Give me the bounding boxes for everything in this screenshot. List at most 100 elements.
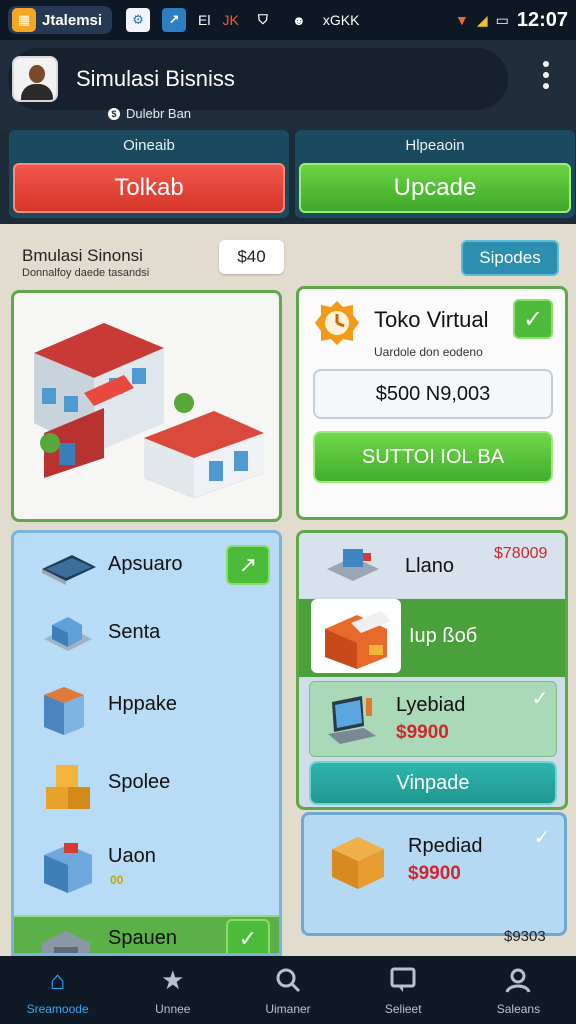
upgrade-label-rpediad: Rpediad <box>408 835 483 857</box>
action-card-right: Hlpeaoin Upcade <box>295 130 575 218</box>
list-item-hppake[interactable]: Hppake <box>14 673 279 743</box>
main-panel: Bmulasi Sinonsi Donnalfoy daede tasandsi… <box>0 224 576 956</box>
nav-item-message[interactable]: Selieet <box>346 956 461 1024</box>
nav-label-search: Uimaner <box>265 1002 311 1016</box>
list-item-apsuaro[interactable]: Apsuaro ↗ <box>14 533 279 603</box>
warehouse-icon <box>42 931 90 953</box>
battery-icon: ▭ <box>495 11 509 28</box>
action-card-left: Oineaib Tolkab <box>9 130 289 218</box>
nav-item-search[interactable]: Uimaner <box>230 956 345 1024</box>
upgrade-card-rpediad[interactable]: Rpediad $9900 ✓ <box>301 812 567 936</box>
shield-icon: ⛉ <box>257 12 268 27</box>
corner-value: $9303 <box>504 928 546 945</box>
emoji-icon: ☻ <box>292 12 306 28</box>
list-label-senta: Senta <box>108 621 161 643</box>
action-caption-right: Hlpeaoin <box>405 137 465 154</box>
nav-label-star: Unnee <box>155 1002 191 1016</box>
app-header: Simulasi Bisniss $ Dulebr Ban <box>0 40 576 130</box>
box-icon <box>332 837 384 889</box>
page-title: Simulasi Bisniss <box>76 66 235 91</box>
toko-price-field: $500 N9,003 <box>313 369 553 419</box>
business-list: Apsuaro ↗ Senta Hppake Spolee Uaon 00 Sp… <box>11 530 282 956</box>
upgrade-item-llano[interactable]: Llano $78009 <box>299 533 565 597</box>
panel-subtitle: Donnalfoy daede tasandsi <box>22 267 150 279</box>
list-label-apsuaro: Apsuaro <box>108 553 183 575</box>
nav-label-message: Selieet <box>384 1002 422 1016</box>
upgrade-item-lyebiad[interactable]: Lyebiad $9900 ✓ <box>309 681 557 757</box>
list-item-uaon[interactable]: Uaon 00 <box>14 829 279 899</box>
status-text-1: El <box>198 12 211 28</box>
building-illustration-card[interactable] <box>11 290 282 522</box>
app-icon: ▦ <box>12 8 36 32</box>
panel-title: Bmulasi Sinonsi <box>22 246 143 265</box>
vinpade-button[interactable]: Vinpade <box>309 761 557 805</box>
status-time: 12:07 <box>516 8 568 31</box>
trend-icon: ↗ <box>238 552 258 577</box>
nav-item-home[interactable]: ⌂ Sreamoode <box>0 956 115 1024</box>
more-menu-icon[interactable] <box>532 58 560 92</box>
laptop-icon <box>328 696 376 744</box>
settings-icon: ⚙ <box>126 8 151 32</box>
action-caption-left: Oineaib <box>123 137 175 154</box>
toko-virtual-card: Toko Virtual ✓ Uardole don eodeno $500 N… <box>296 286 568 520</box>
list-badge-uaon: 00 <box>110 873 124 887</box>
clock-badge-icon <box>315 301 359 345</box>
upgrade-button[interactable]: Upcade <box>299 163 571 213</box>
crates-icon <box>46 765 90 809</box>
status-text-2: JK <box>222 12 239 28</box>
building-icon <box>44 687 84 735</box>
toko-action-button[interactable]: SUTTOI IOL BA <box>313 431 553 483</box>
upgrade-price-lyebiad: $9900 <box>396 722 449 743</box>
toko-check-button[interactable]: ✓ <box>513 299 553 339</box>
store-building-icon <box>34 323 264 498</box>
carrier-text: xGKK <box>322 12 360 28</box>
nav-label-home: Sreamoode <box>26 1002 89 1016</box>
check-icon[interactable]: ✓ <box>528 686 552 710</box>
header-subtitle-text: Dulebr Ban <box>126 106 192 121</box>
bottom-nav: ⌂ Sreamoode ★ Unnee Uimaner Selieet Sale… <box>0 956 576 1024</box>
list-label-hppake: Hppake <box>108 693 177 715</box>
upgrade-label-iup: Iup ßoб <box>409 625 478 647</box>
list-item-senta[interactable]: Senta <box>14 601 279 671</box>
upgrade-label-lyebiad: Lyebiad <box>396 694 466 716</box>
header-subtitle: $ Dulebr Ban <box>108 106 191 121</box>
home-icon: ⌂ <box>49 964 66 995</box>
coin-icon: $ <box>108 107 120 120</box>
office-icon <box>44 617 92 651</box>
list-check-button-2[interactable]: ✓ <box>226 919 270 953</box>
check-icon: ✓ <box>238 926 258 951</box>
status-app-name: Jtalemsi <box>42 11 103 29</box>
upgrade-item-iup[interactable]: Iup ßoб <box>299 599 565 677</box>
machine-icon <box>327 549 379 581</box>
list-label-spauen: Spauen <box>108 927 177 949</box>
shop-icon <box>44 843 92 893</box>
star-icon: ★ <box>161 964 185 995</box>
list-check-button[interactable]: ↗ <box>226 545 270 585</box>
wifi-icon: ▼ <box>454 12 469 28</box>
upgrade-price-llano: $78009 <box>494 545 548 562</box>
solar-panel-icon <box>42 555 96 585</box>
check-icon[interactable]: ✓ <box>530 825 554 849</box>
nav-item-profile[interactable]: Saleans <box>461 956 576 1024</box>
message-icon <box>387 964 419 996</box>
nav-item-star[interactable]: ★ Unnee <box>115 956 230 1024</box>
upgrade-price-rpediad: $9900 <box>408 863 461 884</box>
list-item-spauen[interactable]: Spauen ✓ <box>14 915 279 953</box>
list-item-spolee[interactable]: Spolee <box>14 751 279 821</box>
avatar[interactable] <box>12 56 58 102</box>
profile-icon <box>502 964 534 996</box>
signal-icon: ◢ <box>476 11 488 28</box>
upgrade-label-llano: Llano <box>405 555 454 577</box>
toko-title: Toko Virtual <box>374 307 489 332</box>
list-label-uaon: Uaon <box>108 845 156 867</box>
tolkab-button[interactable]: Tolkab <box>13 163 285 213</box>
search-icon <box>272 964 304 996</box>
upgrade-list: Llano $78009 Iup ßoб Lyebiad $9900 ✓ Vin… <box>296 530 568 810</box>
nav-label-profile: Saleans <box>496 1002 541 1016</box>
store-icon <box>325 611 391 669</box>
speed-button[interactable]: Sipodes <box>461 240 559 276</box>
money-badge: $40 <box>219 240 284 274</box>
header-bar: Simulasi Bisniss <box>8 48 508 110</box>
store-icon-box <box>311 599 401 673</box>
status-app-chip[interactable]: ▦ Jtalemsi <box>8 6 113 34</box>
